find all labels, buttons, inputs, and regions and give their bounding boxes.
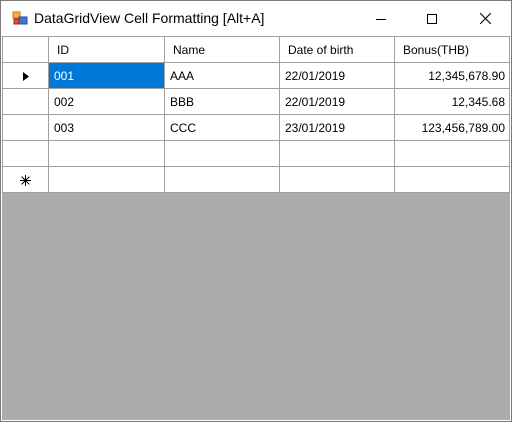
cell-date-of-birth[interactable] bbox=[279, 140, 395, 167]
cell-name[interactable]: AAA bbox=[164, 62, 280, 89]
new-cell-id[interactable] bbox=[48, 166, 165, 193]
row-header[interactable] bbox=[2, 62, 49, 89]
app-icon bbox=[12, 10, 28, 26]
column-header-name[interactable]: Name bbox=[164, 36, 280, 63]
data-grid: ID Name Date of birth Bonus(THB) 001 AAA… bbox=[2, 36, 510, 193]
column-header-id[interactable]: ID bbox=[48, 36, 165, 63]
cell-bonus[interactable] bbox=[394, 140, 510, 167]
table-row[interactable]: 003 CCC 23/01/2019 123,456,789.00 bbox=[2, 114, 510, 141]
table-row[interactable]: 002 BBB 22/01/2019 12,345.68 bbox=[2, 88, 510, 115]
cell-date-of-birth[interactable]: 22/01/2019 bbox=[279, 88, 395, 115]
row-header[interactable] bbox=[2, 88, 49, 115]
cell-bonus[interactable]: 123,456,789.00 bbox=[394, 114, 510, 141]
maximize-icon bbox=[427, 13, 437, 24]
cell-date-of-birth[interactable]: 22/01/2019 bbox=[279, 62, 395, 89]
column-header-bonus[interactable]: Bonus(THB) bbox=[394, 36, 510, 63]
minimize-button[interactable] bbox=[358, 1, 404, 36]
cell-date-of-birth[interactable]: 23/01/2019 bbox=[279, 114, 395, 141]
cell-bonus[interactable]: 12,345.68 bbox=[394, 88, 510, 115]
minimize-icon bbox=[376, 18, 386, 20]
new-row[interactable] bbox=[2, 166, 510, 193]
cell-bonus[interactable]: 12,345,678.90 bbox=[394, 62, 510, 89]
cell-id[interactable]: 002 bbox=[48, 88, 165, 115]
top-left-header-cell[interactable] bbox=[2, 36, 49, 63]
cell-name[interactable] bbox=[164, 140, 280, 167]
current-row-indicator-icon bbox=[22, 71, 29, 81]
title-bar[interactable]: DataGridView Cell Formatting [Alt+A] bbox=[1, 1, 511, 36]
data-grid-view[interactable]: ID Name Date of birth Bonus(THB) 001 AAA… bbox=[2, 36, 510, 420]
cell-name[interactable]: CCC bbox=[164, 114, 280, 141]
window-title: DataGridView Cell Formatting [Alt+A] bbox=[34, 10, 265, 26]
column-header-date-of-birth[interactable]: Date of birth bbox=[279, 36, 395, 63]
new-row-header[interactable] bbox=[2, 166, 49, 193]
new-cell-name[interactable] bbox=[164, 166, 280, 193]
asterisk-icon bbox=[20, 174, 31, 186]
new-cell-bonus[interactable] bbox=[394, 166, 510, 193]
row-header[interactable] bbox=[2, 140, 49, 167]
row-header[interactable] bbox=[2, 114, 49, 141]
table-row[interactable]: 001 AAA 22/01/2019 12,345,678.90 bbox=[2, 62, 510, 89]
table-row-empty[interactable] bbox=[2, 140, 510, 167]
cell-id[interactable]: 003 bbox=[48, 114, 165, 141]
maximize-button[interactable] bbox=[409, 1, 455, 36]
app-window: DataGridView Cell Formatting [Alt+A] ID … bbox=[0, 0, 512, 422]
cell-id[interactable] bbox=[48, 140, 165, 167]
new-cell-date-of-birth[interactable] bbox=[279, 166, 395, 193]
close-icon bbox=[479, 13, 491, 24]
column-header-row: ID Name Date of birth Bonus(THB) bbox=[2, 36, 510, 63]
cell-name[interactable]: BBB bbox=[164, 88, 280, 115]
close-button[interactable] bbox=[462, 1, 508, 36]
cell-id[interactable]: 001 bbox=[48, 62, 165, 89]
